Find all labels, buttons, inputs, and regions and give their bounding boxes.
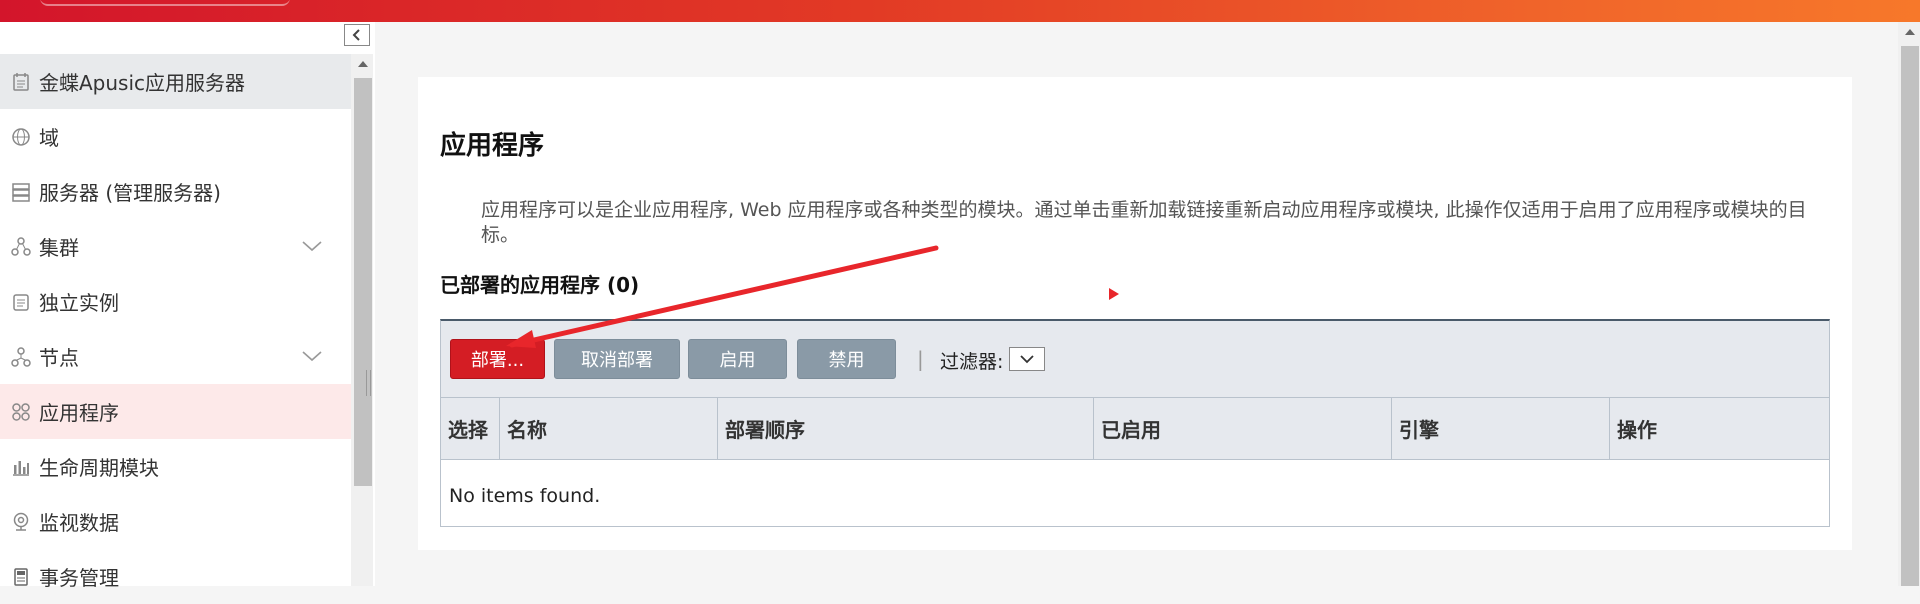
sidebar-nav: 金蝶Apusic应用服务器 域 服务器 (管理服务器) 集群 独立实例 节点 应… <box>0 54 351 604</box>
filter-label: 过滤器: <box>940 351 1004 373</box>
column-header-enabled[interactable]: 已启用 <box>1093 398 1391 459</box>
sidebar-item-cluster[interactable]: 集群 <box>0 219 351 274</box>
server-tree-icon <box>10 71 32 93</box>
sidebar-item-node[interactable]: 节点 <box>0 329 351 384</box>
sidebar-item-label: 事务管理 <box>39 566 119 590</box>
monitor-icon <box>10 511 32 533</box>
page-title: 应用程序 <box>440 131 545 161</box>
enable-button[interactable]: 启用 <box>688 339 787 379</box>
sidebar: 金蝶Apusic应用服务器 域 服务器 (管理服务器) 集群 独立实例 节点 应… <box>0 22 375 590</box>
main-content-card: 应用程序 应用程序可以是企业应用程序, Web 应用程序或各种类型的模块。通过单… <box>418 77 1852 550</box>
logo-fragment <box>40 0 290 6</box>
sidebar-item-monitoring-data[interactable]: 监视数据 <box>0 494 351 549</box>
sidebar-item-label: 集群 <box>39 236 79 260</box>
chevron-left-icon <box>352 29 360 41</box>
column-header-engine[interactable]: 引擎 <box>1391 398 1609 459</box>
sidebar-item-label: 应用程序 <box>39 401 119 425</box>
sidebar-item-label: 独立实例 <box>39 291 119 315</box>
table-toolbar: 部署... 取消部署 启用 禁用 | 过滤器: <box>441 321 1829 398</box>
sidebar-item-lifecycle-modules[interactable]: 生命周期模块 <box>0 439 351 494</box>
sidebar-item-label: 域 <box>39 126 59 150</box>
node-icon <box>10 346 32 368</box>
lifecycle-chart-icon <box>10 456 32 478</box>
instance-icon <box>10 291 32 313</box>
chevron-down-icon <box>1020 354 1034 363</box>
toolbar-separator: | <box>917 347 924 371</box>
column-header-deploy-order[interactable]: 部署顺序 <box>717 398 1093 459</box>
main-scrollbar-thumb[interactable] <box>1901 46 1919 586</box>
undeploy-button[interactable]: 取消部署 <box>554 339 680 379</box>
sidebar-item-label: 节点 <box>39 346 79 370</box>
sidebar-item-standalone-instance[interactable]: 独立实例 <box>0 274 351 329</box>
sidebar-item-apusic-server[interactable]: 金蝶Apusic应用服务器 <box>0 54 351 109</box>
sidebar-item-transaction-management[interactable]: 事务管理 <box>0 549 351 604</box>
sidebar-scrollbar-thumb[interactable] <box>354 78 372 486</box>
sidebar-item-label: 金蝶Apusic应用服务器 <box>39 71 246 95</box>
top-banner <box>0 0 1920 22</box>
deployed-apps-heading: 已部署的应用程序 (0) <box>440 273 640 297</box>
cluster-icon <box>10 236 32 258</box>
transaction-icon <box>10 566 32 588</box>
deploy-button[interactable]: 部署... <box>450 339 545 379</box>
disable-button[interactable]: 禁用 <box>797 339 896 379</box>
sidebar-scrollbar[interactable] <box>351 54 373 586</box>
empty-table-message: No items found. <box>449 485 601 507</box>
sidebar-resize-handle[interactable] <box>366 370 371 396</box>
sidebar-item-applications[interactable]: 应用程序 <box>0 384 351 439</box>
sidebar-item-label: 监视数据 <box>39 511 119 535</box>
column-header-name[interactable]: 名称 <box>499 398 717 459</box>
scroll-up-icon[interactable] <box>1904 28 1916 36</box>
applications-icon <box>10 401 32 423</box>
page-description: 应用程序可以是企业应用程序, Web 应用程序或各种类型的模块。通过单击重新加载… <box>481 199 1807 246</box>
chevron-down-icon[interactable] <box>301 239 323 253</box>
globe-icon <box>10 126 32 148</box>
column-header-select[interactable]: 选择 <box>441 398 499 459</box>
filter-dropdown[interactable] <box>1009 347 1045 371</box>
table-header: 选择 名称 部署顺序 已启用 引擎 操作 <box>441 398 1829 460</box>
chevron-down-icon[interactable] <box>301 349 323 363</box>
sidebar-item-server[interactable]: 服务器 (管理服务器) <box>0 164 351 219</box>
main-scrollbar[interactable] <box>1898 22 1920 586</box>
collapse-sidebar-button[interactable] <box>344 24 370 46</box>
sidebar-item-domain[interactable]: 域 <box>0 109 351 164</box>
scroll-up-icon[interactable] <box>357 60 369 68</box>
sidebar-item-label: 生命周期模块 <box>39 456 159 480</box>
server-rack-icon <box>10 181 32 203</box>
column-header-actions[interactable]: 操作 <box>1609 398 1829 459</box>
applications-table: 部署... 取消部署 启用 禁用 | 过滤器: 选择 名称 部署顺序 已启用 引… <box>440 319 1830 527</box>
sidebar-item-label: 服务器 (管理服务器) <box>39 181 221 205</box>
